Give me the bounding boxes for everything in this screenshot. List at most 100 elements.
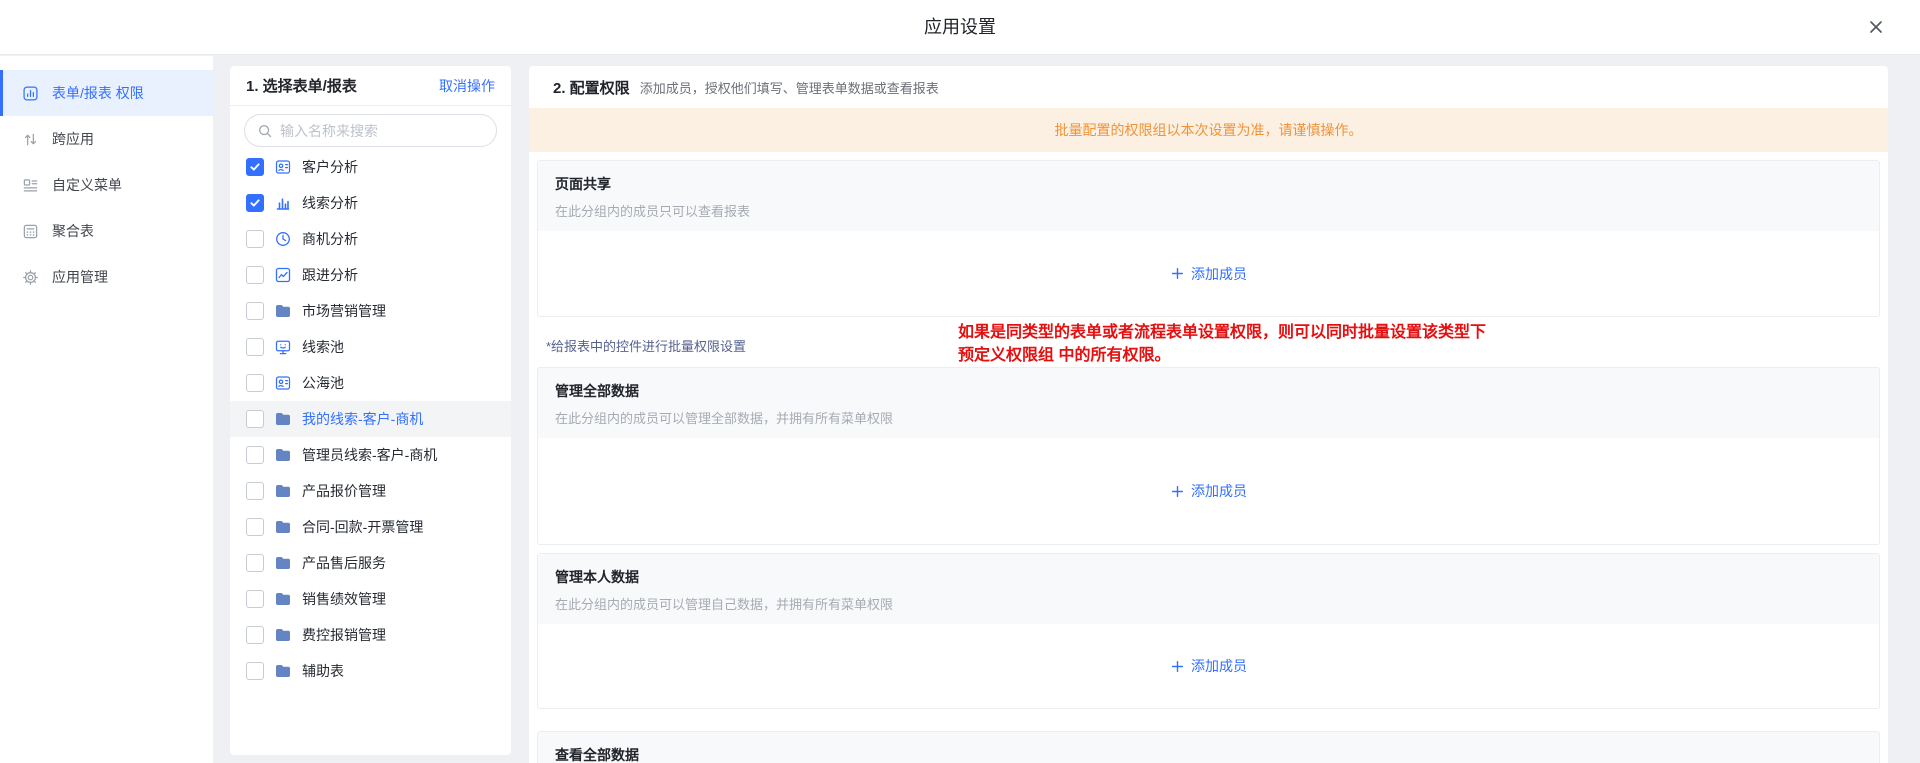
checkbox[interactable] [246, 590, 264, 608]
form-list-item[interactable]: 跟进分析 [230, 257, 511, 293]
form-item-label: 商机分析 [302, 229, 358, 249]
form-item-label: 线索分析 [302, 193, 358, 213]
plus-icon [1170, 484, 1185, 499]
id-card-icon [274, 158, 292, 176]
form-list-item[interactable]: 产品报价管理 [230, 473, 511, 509]
add-member-button[interactable]: 添加成员 [1170, 656, 1247, 676]
form-item-label: 我的线索-客户-商机 [302, 409, 423, 429]
sidebar-item-label: 聚合表 [52, 221, 94, 241]
form-item-label: 费控报销管理 [302, 625, 386, 645]
form-select-panel: 1. 选择表单/报表 取消操作 客户分析线索分析商机分析跟进分析市场营销管理线索… [230, 66, 511, 755]
permission-group-card: 页面共享在此分组内的成员只可以查看报表添加成员 [537, 160, 1880, 317]
app-settings-modal: 应用设置 表单/报表 权限跨应用自定义菜单聚合表应用管理 1. 选择表单/报表 … [0, 0, 1920, 763]
permission-group-card: 查看全部数据 [537, 731, 1880, 763]
folder-icon [274, 410, 292, 428]
permission-group-body: 添加成员 [538, 231, 1879, 316]
form-report-icon [22, 85, 39, 102]
folder-icon [274, 626, 292, 644]
cross-app-icon [22, 131, 39, 148]
folder-icon [274, 482, 292, 500]
warning-text: 批量配置的权限组以本次设置为准，请谨慎操作。 [1055, 120, 1363, 140]
checkbox[interactable] [246, 158, 264, 176]
permission-config-panel: 2. 配置权限 添加成员，授权他们填写、管理表单数据或查看报表 批量配置的权限组… [529, 66, 1888, 763]
form-item-label: 销售绩效管理 [302, 589, 386, 609]
sidebar-item-label: 应用管理 [52, 267, 108, 287]
form-list: 客户分析线索分析商机分析跟进分析市场营销管理线索池公海池我的线索-客户-商机管理… [230, 149, 511, 689]
page-title: 应用设置 [0, 0, 1920, 55]
batch-permission-link[interactable]: *给报表中的控件进行批量权限设置 [546, 336, 1880, 356]
line-chart-icon [274, 266, 292, 284]
sidebar-item-2[interactable]: 自定义菜单 [0, 162, 213, 208]
sidebar-item-label: 表单/报表 权限 [52, 83, 144, 103]
permission-group-description: 在此分组内的成员可以管理全部数据，并拥有所有菜单权限 [555, 408, 1862, 427]
folder-icon [274, 554, 292, 572]
form-list-item[interactable]: 公海池 [230, 365, 511, 401]
permission-group-header: 管理本人数据在此分组内的成员可以管理自己数据，并拥有所有菜单权限 [538, 554, 1879, 624]
cancel-action-link[interactable]: 取消操作 [439, 76, 495, 96]
checkbox[interactable] [246, 662, 264, 680]
checkbox[interactable] [246, 554, 264, 572]
form-list-item[interactable]: 合同-回款-开票管理 [230, 509, 511, 545]
config-title: 2. 配置权限 [553, 77, 630, 98]
checkbox[interactable] [246, 518, 264, 536]
form-item-label: 跟进分析 [302, 265, 358, 285]
form-item-label: 市场营销管理 [302, 301, 386, 321]
sidebar-item-0[interactable]: 表单/报表 权限 [0, 70, 213, 116]
warning-banner: 批量配置的权限组以本次设置为准，请谨慎操作。 [529, 108, 1888, 152]
add-member-label: 添加成员 [1191, 481, 1247, 501]
sidebar-item-3[interactable]: 聚合表 [0, 208, 213, 254]
form-list-item[interactable]: 客户分析 [230, 149, 511, 185]
add-member-label: 添加成员 [1191, 656, 1247, 676]
sidebar: 表单/报表 权限跨应用自定义菜单聚合表应用管理 [0, 56, 213, 763]
sidebar-item-4[interactable]: 应用管理 [0, 254, 213, 300]
form-select-title: 1. 选择表单/报表 [246, 75, 357, 96]
close-icon[interactable] [1866, 17, 1886, 37]
folder-icon [274, 518, 292, 536]
form-list-item[interactable]: 产品售后服务 [230, 545, 511, 581]
permission-group-description: 在此分组内的成员只可以查看报表 [555, 201, 1862, 220]
search-input[interactable] [280, 123, 484, 139]
folder-icon [274, 302, 292, 320]
form-item-label: 产品报价管理 [302, 481, 386, 501]
checkbox[interactable] [246, 302, 264, 320]
plus-icon [1170, 659, 1185, 674]
permission-group-body: 添加成员 [538, 438, 1879, 544]
form-item-label: 线索池 [302, 337, 344, 357]
app-manage-icon [22, 269, 39, 286]
form-list-item[interactable]: 管理员线索-客户-商机 [230, 437, 511, 473]
form-list-item[interactable]: 销售绩效管理 [230, 581, 511, 617]
checkbox[interactable] [246, 266, 264, 284]
form-list-item[interactable]: 线索池 [230, 329, 511, 365]
search-icon [257, 123, 273, 139]
form-list-item[interactable]: 费控报销管理 [230, 617, 511, 653]
permission-group-body: 添加成员 [538, 624, 1879, 708]
form-item-label: 辅助表 [302, 661, 344, 681]
permission-group-header: 查看全部数据 [538, 732, 1879, 763]
config-header: 2. 配置权限 添加成员，授权他们填写、管理表单数据或查看报表 [529, 66, 1888, 108]
form-list-item[interactable]: 我的线索-客户-商机 [230, 401, 511, 437]
search-box[interactable] [244, 114, 497, 147]
form-list-item[interactable]: 线索分析 [230, 185, 511, 221]
checkbox[interactable] [246, 446, 264, 464]
checkbox[interactable] [246, 194, 264, 212]
checkbox[interactable] [246, 410, 264, 428]
form-list-item[interactable]: 市场营销管理 [230, 293, 511, 329]
form-list-item[interactable]: 辅助表 [230, 653, 511, 689]
add-member-button[interactable]: 添加成员 [1170, 481, 1247, 501]
sidebar-item-1[interactable]: 跨应用 [0, 116, 213, 162]
checkbox[interactable] [246, 230, 264, 248]
clock-icon [274, 230, 292, 248]
checkbox[interactable] [246, 626, 264, 644]
permission-group-header: 页面共享在此分组内的成员只可以查看报表 [538, 161, 1879, 231]
add-member-button[interactable]: 添加成员 [1170, 264, 1247, 284]
form-select-header: 1. 选择表单/报表 取消操作 [230, 66, 511, 106]
permission-group-title: 页面共享 [555, 174, 1862, 194]
checkbox[interactable] [246, 482, 264, 500]
permission-group-title: 管理全部数据 [555, 381, 1862, 401]
form-item-label: 合同-回款-开票管理 [302, 517, 423, 537]
permission-group-title: 管理本人数据 [555, 567, 1862, 587]
form-list-item[interactable]: 商机分析 [230, 221, 511, 257]
checkbox[interactable] [246, 374, 264, 392]
modal-header: 应用设置 [0, 0, 1920, 55]
checkbox[interactable] [246, 338, 264, 356]
